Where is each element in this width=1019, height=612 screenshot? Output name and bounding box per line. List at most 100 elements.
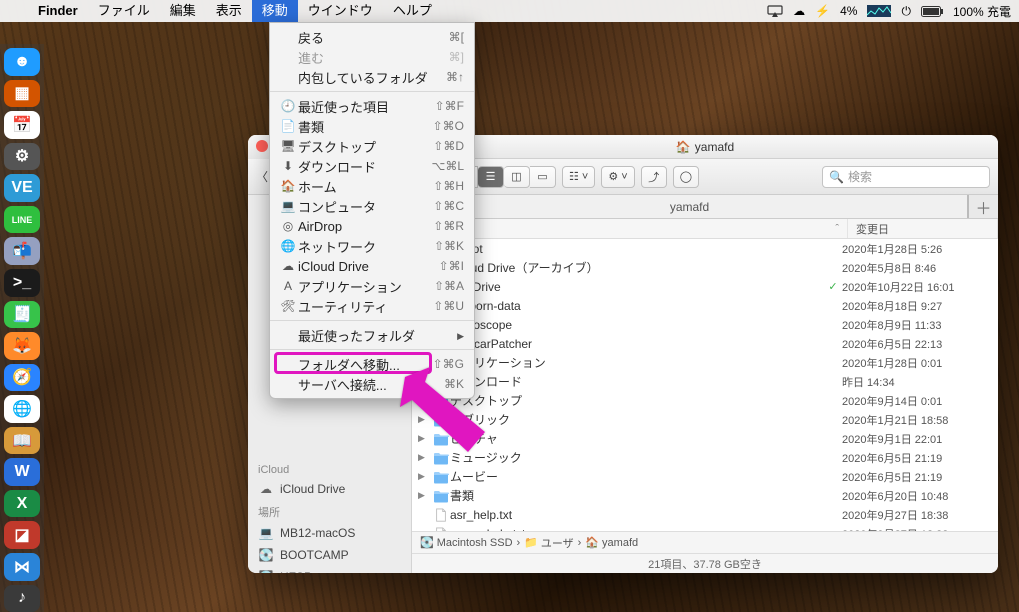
- file-row[interactable]: ▶書類2020年6月20日 10:48: [412, 486, 998, 505]
- menu-移動[interactable]: 移動: [252, 0, 298, 22]
- menu-item-最近使った項目[interactable]: 🕘最近使った項目⇧⌘F: [270, 96, 474, 116]
- menu-item-アプリケーション[interactable]: Aアプリケーション⇧⌘A: [270, 276, 474, 296]
- finder-tab[interactable]: yamafd: [412, 195, 968, 218]
- menu-表示[interactable]: 表示: [206, 0, 252, 22]
- dock-app[interactable]: 🧭: [4, 364, 40, 392]
- file-date: 2020年1月28日 0:01: [842, 355, 992, 371]
- dock-app[interactable]: ☻: [4, 48, 40, 76]
- file-row[interactable]: ▶デスクトップ2020年9月14日 0:01: [412, 391, 998, 410]
- file-row[interactable]: ▶seaborn-data2020年8月18日 9:27: [412, 296, 998, 315]
- dock-app[interactable]: ◪: [4, 521, 40, 549]
- dock-app[interactable]: W: [4, 458, 40, 486]
- menu-item-フォルダへ移動...[interactable]: フォルダへ移動...⇧⌘G: [270, 354, 474, 374]
- menu-item-ユーティリティ[interactable]: 🛠ユーティリティ⇧⌘U: [270, 296, 474, 316]
- menu-item-ダウンロード[interactable]: ⬇ダウンロード⌥⌘L: [270, 156, 474, 176]
- sidebar-item-label: HFSP: [280, 570, 312, 573]
- airplay-icon[interactable]: [767, 5, 783, 17]
- file-name: iCloud Drive（アーカイブ）: [450, 259, 824, 276]
- menu-item-ネットワーク[interactable]: 🌐ネットワーク⇧⌘K: [270, 236, 474, 256]
- dock-app[interactable]: 📅: [4, 111, 40, 139]
- menu-item-label: フォルダへ移動...: [298, 355, 433, 374]
- file-row[interactable]: cn_rn_help.txt2020年9月27日 18:38: [412, 524, 998, 531]
- path-segment[interactable]: 🏠yamafd: [585, 536, 638, 549]
- menu-item-AirDrop[interactable]: ◎AirDrop⇧⌘R: [270, 216, 474, 236]
- menu-item-デスクトップ[interactable]: 🖥デスクトップ⇧⌘D: [270, 136, 474, 156]
- file-row[interactable]: ▶iCloud Drive（アーカイブ）2020年5月8日 8:46: [412, 258, 998, 277]
- menu-item-内包しているフォルダ[interactable]: 内包しているフォルダ⌘↑: [270, 67, 474, 87]
- app-name[interactable]: Finder: [28, 0, 88, 22]
- menu-ウインドウ[interactable]: ウインドウ: [298, 0, 383, 22]
- menu-item-コンピュータ[interactable]: 💻コンピュータ⇧⌘C: [270, 196, 474, 216]
- path-segment[interactable]: 📁ユーザ: [524, 535, 573, 551]
- dock-app[interactable]: 🧾: [4, 301, 40, 329]
- menu-item-進む: 進む⌘]: [270, 47, 474, 67]
- file-row[interactable]: ▶ピクチャ2020年9月1日 22:01: [412, 429, 998, 448]
- menu-ヘルプ[interactable]: ヘルプ: [383, 0, 442, 22]
- dock-app[interactable]: X: [4, 490, 40, 518]
- column-date[interactable]: 変更日: [848, 219, 998, 238]
- dock-app[interactable]: 🦊: [4, 332, 40, 360]
- file-name: asr_help.txt: [450, 508, 824, 522]
- menu-item-サーバへ接続...[interactable]: サーバへ接続...⌘K: [270, 374, 474, 394]
- sidebar-item-label: iCloud Drive: [280, 482, 345, 496]
- disclosure-triangle[interactable]: ▶: [418, 414, 432, 425]
- file-row[interactable]: asr_help.txt2020年9月27日 18:38: [412, 505, 998, 524]
- column-name[interactable]: 名前ˆ: [412, 219, 848, 238]
- file-row[interactable]: ▶ダウンロード昨日 14:34: [412, 372, 998, 391]
- close-button[interactable]: [256, 140, 268, 152]
- dock-app[interactable]: >_: [4, 269, 40, 297]
- window-titlebar: 🏠 yamafd: [412, 135, 998, 159]
- file-row[interactable]: ▶アプリケーション2020年1月28日 0:01: [412, 353, 998, 372]
- action-button[interactable]: ⚙ ˅: [601, 166, 634, 188]
- file-row[interactable]: ▶OneDrive✓2020年10月22日 16:01: [412, 277, 998, 296]
- menu-item-最近使ったフォルダ[interactable]: 最近使ったフォルダ: [270, 325, 474, 345]
- dock-app[interactable]: ♪: [4, 585, 40, 612]
- activity-graph-icon[interactable]: [867, 5, 891, 17]
- menu-item-label: AirDrop: [298, 219, 433, 234]
- file-row[interactable]: ▶serposcope2020年8月9日 11:33: [412, 315, 998, 334]
- dock-app[interactable]: ⋈: [4, 553, 40, 581]
- file-row[interactable]: ▶SidecarPatcher2020年6月5日 22:13: [412, 334, 998, 353]
- battery-icon[interactable]: [921, 6, 943, 17]
- file-row[interactable]: ▶Godot2020年1月28日 5:26: [412, 239, 998, 258]
- disclosure-triangle[interactable]: ▶: [418, 452, 432, 463]
- file-date: 2020年1月28日 5:26: [842, 241, 992, 257]
- dock-app[interactable]: 📬: [4, 237, 40, 265]
- tags-button[interactable]: ◯: [673, 166, 699, 188]
- sidebar-item-HFSP[interactable]: 💽HFSP: [248, 566, 411, 573]
- menu-ファイル[interactable]: ファイル: [88, 0, 160, 22]
- dock-app[interactable]: 🌐: [4, 395, 40, 423]
- share-button[interactable]: ⤴: [641, 166, 667, 188]
- disclosure-triangle[interactable]: ▶: [418, 490, 432, 501]
- column-view-button[interactable]: ◫: [504, 166, 530, 188]
- file-row[interactable]: ▶パブリック2020年1月21日 18:58: [412, 410, 998, 429]
- dock-app[interactable]: 📖: [4, 427, 40, 455]
- power-icon[interactable]: ⏻: [901, 4, 911, 19]
- menu-item-戻る[interactable]: 戻る⌘[: [270, 27, 474, 47]
- menu-item-iCloud Drive[interactable]: ☁iCloud Drive⇧⌘I: [270, 256, 474, 276]
- file-row[interactable]: ▶ミュージック2020年6月5日 21:19: [412, 448, 998, 467]
- path-segment[interactable]: 💽Macintosh SSD: [420, 536, 513, 549]
- cloud-icon[interactable]: ☁: [793, 4, 805, 18]
- disclosure-triangle[interactable]: ▶: [418, 471, 432, 482]
- dock-app[interactable]: ▦: [4, 80, 40, 108]
- dock-app[interactable]: VE: [4, 174, 40, 202]
- menu-item-label: iCloud Drive: [298, 259, 439, 274]
- arrange-button[interactable]: ☷ ˅: [562, 166, 595, 188]
- menu-編集[interactable]: 編集: [160, 0, 206, 22]
- sidebar-item-iCloud Drive[interactable]: ☁iCloud Drive: [248, 478, 411, 500]
- menu-item-書類[interactable]: 📄書類⇧⌘O: [270, 116, 474, 136]
- dock-app[interactable]: LINE: [4, 206, 40, 234]
- gallery-view-button[interactable]: ▭: [530, 166, 556, 188]
- disclosure-triangle[interactable]: ▶: [418, 433, 432, 444]
- sidebar-item-MB12-macOS[interactable]: 💻MB12-macOS: [248, 522, 411, 544]
- search-field[interactable]: 🔍 検索: [822, 166, 990, 188]
- sidebar-item-BOOTCAMP[interactable]: 💽BOOTCAMP: [248, 544, 411, 566]
- menu-item-ホーム[interactable]: 🏠ホーム⇧⌘H: [270, 176, 474, 196]
- menu-item-shortcut: ⌥⌘L: [431, 159, 464, 173]
- dock-app[interactable]: ⚙: [4, 143, 40, 171]
- nav-back-button[interactable]: 〈: [256, 168, 268, 185]
- list-view-button[interactable]: ☰: [478, 166, 504, 188]
- file-row[interactable]: ▶ムービー2020年6月5日 21:19: [412, 467, 998, 486]
- new-tab-button[interactable]: ＋: [968, 195, 998, 218]
